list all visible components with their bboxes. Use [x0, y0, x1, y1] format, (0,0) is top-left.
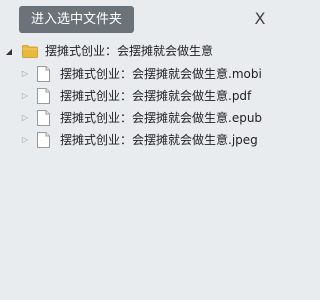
- tree-item-file[interactable]: ▷ 摆摊式创业：会摆摊就会做生意.jpeg: [0, 129, 285, 151]
- collapsed-caret-icon: ▷: [21, 91, 29, 100]
- file-icon: [37, 110, 50, 126]
- file-label: 摆摊式创业：会摆摊就会做生意.pdf: [60, 89, 252, 103]
- file-icon: [37, 132, 50, 148]
- expanded-caret-icon[interactable]: ◢: [4, 41, 14, 63]
- tree-item-file[interactable]: ▷ 摆摊式创业：会摆摊就会做生意.pdf: [0, 85, 285, 107]
- collapsed-caret-icon: ▷: [21, 113, 29, 122]
- close-button[interactable]: X: [250, 6, 270, 32]
- tree-item-file[interactable]: ▷ 摆摊式创业：会摆摊就会做生意.mobi: [0, 63, 285, 85]
- toolbar: 进入选中文件夹 X: [0, 0, 285, 38]
- tree-item-file[interactable]: ▷ 摆摊式创业：会摆摊就会做生意.epub: [0, 107, 285, 129]
- file-label: 摆摊式创业：会摆摊就会做生意.mobi: [60, 67, 262, 81]
- enter-folder-button[interactable]: 进入选中文件夹: [19, 6, 134, 33]
- file-browser-panel: 进入选中文件夹 X ◢ 摆摊式创业：会摆摊就会做生意 ▷ 摆摊式创业：会摆摊就会…: [0, 0, 285, 300]
- file-label: 摆摊式创业：会摆摊就会做生意.jpeg: [60, 133, 258, 147]
- file-tree: ◢ 摆摊式创业：会摆摊就会做生意 ▷ 摆摊式创业：会摆摊就会做生意.mobi ▷…: [0, 40, 285, 151]
- file-icon: [37, 66, 50, 82]
- root-folder-label: 摆摊式创业：会摆摊就会做生意: [45, 44, 214, 58]
- tree-root-folder[interactable]: ◢ 摆摊式创业：会摆摊就会做生意: [0, 40, 285, 63]
- file-icon: [37, 88, 50, 104]
- file-label: 摆摊式创业：会摆摊就会做生意.epub: [60, 111, 263, 125]
- folder-icon: [22, 45, 38, 58]
- collapsed-caret-icon: ▷: [21, 135, 29, 144]
- collapsed-caret-icon: ▷: [21, 69, 29, 78]
